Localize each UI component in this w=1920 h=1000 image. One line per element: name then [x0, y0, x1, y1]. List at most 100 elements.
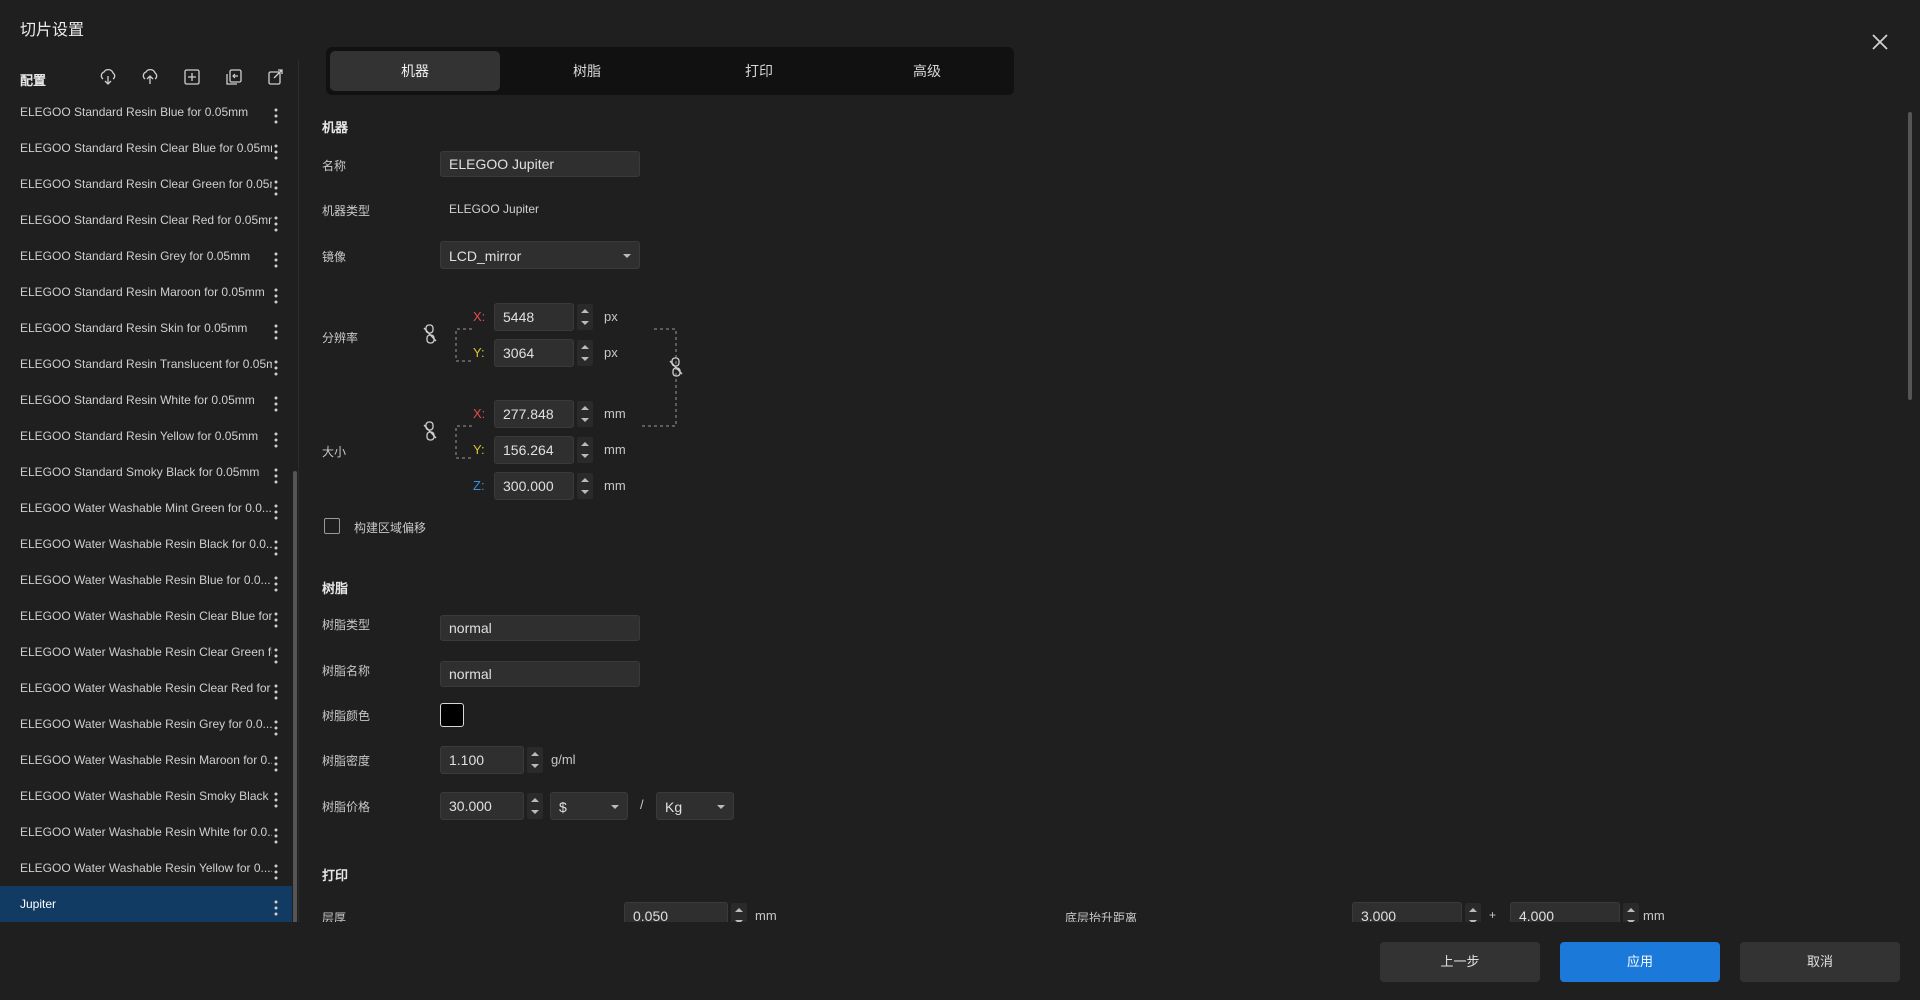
cancel-button[interactable]: 取消	[1740, 942, 1900, 982]
bottom-lift-input-b[interactable]: 4.000	[1510, 902, 1639, 922]
export-icon[interactable]	[266, 67, 286, 87]
add-preset-icon[interactable]	[182, 67, 202, 87]
more-vertical-icon[interactable]	[268, 462, 284, 484]
weight-unit-select[interactable]: Kg	[656, 792, 734, 820]
size-y-input[interactable]: 156.264	[494, 436, 593, 464]
more-vertical-icon[interactable]	[268, 318, 284, 340]
increment-icon[interactable]	[735, 908, 743, 912]
layer-height-input[interactable]: 0.050	[624, 902, 747, 922]
more-vertical-icon[interactable]	[268, 822, 284, 844]
more-vertical-icon[interactable]	[268, 750, 284, 772]
preset-list-item[interactable]: ELEGOO Standard Resin Translucent for 0.…	[0, 346, 292, 382]
preset-list-item[interactable]: ELEGOO Water Washable Resin Clear Red fo…	[0, 670, 292, 706]
preset-list-item[interactable]: ELEGOO Water Washable Mint Green for 0.0…	[0, 490, 292, 526]
res-x-input[interactable]: 5448	[494, 303, 593, 331]
resin-type-field[interactable]: normal	[440, 615, 640, 641]
increment-icon[interactable]	[581, 478, 589, 482]
build-offset-checkbox[interactable]	[324, 518, 340, 534]
more-vertical-icon[interactable]	[268, 426, 284, 448]
size-x-input[interactable]: 277.848	[494, 400, 593, 428]
mirror-select[interactable]: LCD_mirror	[440, 241, 640, 269]
more-vertical-icon[interactable]	[268, 786, 284, 808]
resin-color-swatch[interactable]	[440, 703, 464, 727]
tab-machine[interactable]: 机器	[330, 51, 500, 91]
cloud-upload-icon[interactable]	[140, 67, 160, 87]
apply-button[interactable]: 应用	[1560, 942, 1720, 982]
increment-icon[interactable]	[581, 309, 589, 313]
more-vertical-icon[interactable]	[268, 282, 284, 304]
import-icon[interactable]	[224, 67, 244, 87]
resin-name-field[interactable]: normal	[440, 661, 640, 687]
preset-list-item[interactable]: ELEGOO Water Washable Resin White for 0.…	[0, 814, 292, 850]
preset-list-item[interactable]: ELEGOO Water Washable Resin Blue for 0.0…	[0, 562, 292, 598]
preset-list-item[interactable]: ELEGOO Water Washable Resin Yellow for 0…	[0, 850, 292, 886]
more-vertical-icon[interactable]	[268, 210, 284, 232]
increment-icon[interactable]	[531, 798, 539, 802]
more-vertical-icon[interactable]	[268, 174, 284, 196]
more-vertical-icon[interactable]	[268, 894, 284, 916]
preset-list-item[interactable]: ELEGOO Water Washable Resin Clear Blue f…	[0, 598, 292, 634]
preset-list-item[interactable]: ELEGOO Standard Resin Skin for 0.05mm	[0, 310, 292, 346]
machine-name-field[interactable]: ELEGOO Jupiter	[440, 151, 640, 177]
more-vertical-icon[interactable]	[268, 354, 284, 376]
preset-list-item[interactable]: ELEGOO Standard Smoky Black for 0.05mm	[0, 454, 292, 490]
increment-icon[interactable]	[531, 752, 539, 756]
preset-list-item[interactable]: ELEGOO Standard Resin Blue for 0.05mm	[0, 94, 292, 130]
decrement-icon[interactable]	[581, 321, 589, 325]
preset-list-item[interactable]: ELEGOO Standard Resin Yellow for 0.05mm	[0, 418, 292, 454]
decrement-icon[interactable]	[531, 764, 539, 768]
increment-icon[interactable]	[581, 406, 589, 410]
more-vertical-icon[interactable]	[268, 678, 284, 700]
unlink-size-icon[interactable]	[422, 421, 438, 441]
previous-button[interactable]: 上一步	[1380, 942, 1540, 982]
res-y-axis-label: Y:	[473, 345, 485, 360]
increment-icon[interactable]	[581, 345, 589, 349]
preset-list-item[interactable]: ELEGOO Standard Resin Clear Blue for 0.0…	[0, 130, 292, 166]
unlink-resolution-size-icon[interactable]	[668, 105, 684, 385]
resin-price-input[interactable]: 30.000	[440, 792, 543, 820]
decrement-icon[interactable]	[581, 490, 589, 494]
preset-list-item[interactable]: ELEGOO Standard Resin Clear Red for 0.05…	[0, 202, 292, 238]
decrement-icon[interactable]	[581, 418, 589, 422]
form-scrollbar[interactable]	[1908, 112, 1912, 400]
increment-icon[interactable]	[1627, 908, 1635, 912]
more-vertical-icon[interactable]	[268, 858, 284, 880]
preset-list-item[interactable]: ELEGOO Water Washable Resin Black for 0.…	[0, 526, 292, 562]
more-vertical-icon[interactable]	[268, 498, 284, 520]
res-y-input[interactable]: 3064	[494, 339, 593, 367]
increment-icon[interactable]	[1469, 908, 1477, 912]
bottom-lift-input-a[interactable]: 3.000	[1352, 902, 1481, 922]
preset-list-item[interactable]: ELEGOO Water Washable Resin Grey for 0.0…	[0, 706, 292, 742]
more-vertical-icon[interactable]	[268, 102, 284, 124]
more-vertical-icon[interactable]	[268, 606, 284, 628]
unlink-resolution-icon[interactable]	[422, 324, 438, 344]
preset-list-item[interactable]: ELEGOO Standard Resin Clear Green for 0.…	[0, 166, 292, 202]
tab-resin[interactable]: 树脂	[502, 51, 672, 91]
preset-list-item[interactable]: ELEGOO Water Washable Resin Maroon for 0…	[0, 742, 292, 778]
preset-list-item[interactable]: ELEGOO Water Washable Resin Clear Green …	[0, 634, 292, 670]
close-button[interactable]	[1866, 28, 1894, 56]
preset-list-item[interactable]: ELEGOO Water Washable Resin Smoky Black …	[0, 778, 292, 814]
resin-density-input[interactable]: 1.100	[440, 746, 543, 774]
more-vertical-icon[interactable]	[268, 714, 284, 736]
more-vertical-icon[interactable]	[268, 570, 284, 592]
preset-list-item[interactable]: ELEGOO Standard Resin Grey for 0.05mm	[0, 238, 292, 274]
cloud-download-icon[interactable]	[98, 67, 118, 87]
decrement-icon[interactable]	[531, 810, 539, 814]
tab-print[interactable]: 打印	[674, 51, 844, 91]
size-z-input[interactable]: 300.000	[494, 472, 593, 500]
sidebar-scrollbar[interactable]	[293, 471, 297, 981]
decrement-icon[interactable]	[581, 357, 589, 361]
decrement-icon[interactable]	[581, 454, 589, 458]
more-vertical-icon[interactable]	[268, 390, 284, 412]
increment-icon[interactable]	[581, 442, 589, 446]
more-vertical-icon[interactable]	[268, 138, 284, 160]
tab-advanced[interactable]: 高级	[842, 51, 1012, 91]
more-vertical-icon[interactable]	[268, 642, 284, 664]
more-vertical-icon[interactable]	[268, 534, 284, 556]
preset-list-item[interactable]: ELEGOO Standard Resin White for 0.05mm	[0, 382, 292, 418]
more-vertical-icon[interactable]	[268, 246, 284, 268]
preset-list-item[interactable]: Jupiter	[0, 886, 292, 922]
currency-select[interactable]: $	[550, 792, 628, 820]
preset-list-item[interactable]: ELEGOO Standard Resin Maroon for 0.05mm	[0, 274, 292, 310]
